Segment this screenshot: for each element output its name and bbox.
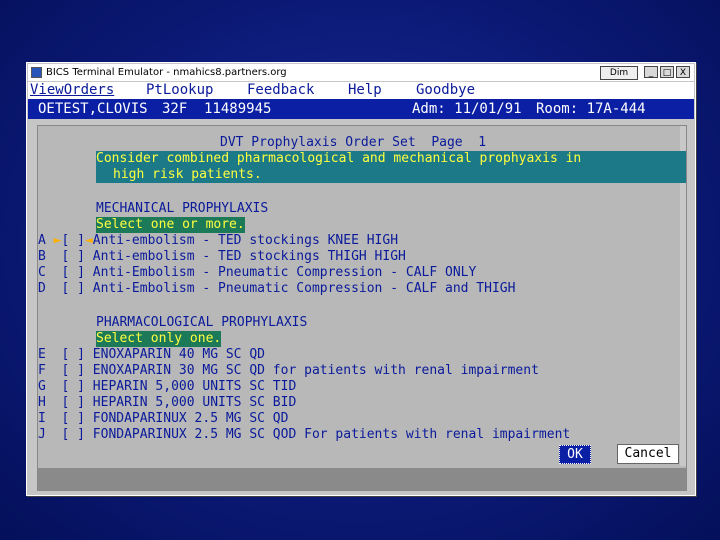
order-set-heading: DVT Prophylaxis Order Set Page 1 [220, 135, 486, 151]
room-number: Room: 17A-444 [536, 101, 646, 117]
option-checkbox[interactable]: [ ] [61, 363, 84, 378]
option-letter: D [38, 281, 46, 296]
option-text: HEPARIN 5,000 UNITS SC BID [92, 395, 297, 410]
page-indicator: Page 1 [431, 135, 487, 150]
option-checkbox[interactable]: [ ] [61, 395, 84, 410]
option-checkbox[interactable]: [ ] [61, 379, 84, 394]
cancel-button[interactable]: Cancel [617, 444, 679, 464]
patient-age-sex: 32F [162, 101, 188, 117]
ok-button[interactable]: OK [559, 445, 591, 464]
advisory-banner-line-2: high risk patients. [96, 167, 686, 183]
option-letter: F [38, 363, 46, 378]
cursor-marker-icon: ◄ [84, 233, 93, 248]
option-text: HEPARIN 5,000 UNITS SC TID [92, 379, 297, 394]
option-text: FONDAPARINUX 2.5 MG SC QD [92, 411, 289, 426]
close-icon[interactable]: X [676, 66, 690, 78]
option-checkbox[interactable]: [ ] [61, 265, 84, 280]
mechanical-header: MECHANICAL PROPHYLAXIS [96, 201, 269, 216]
option-checkbox[interactable]: [ ] [61, 281, 84, 296]
option-checkbox[interactable]: [ ] [61, 411, 84, 426]
dim-toggle[interactable]: Dim [600, 66, 638, 80]
option-letter: C [38, 265, 46, 280]
menu-help[interactable]: Help [348, 82, 382, 99]
option-letter: B [38, 249, 46, 264]
option-text: Anti-Embolism - Pneumatic Compression - … [92, 281, 516, 296]
option-checkbox[interactable]: [ ] [61, 233, 84, 248]
window-title: BICS Terminal Emulator - nmahics8.partne… [46, 67, 287, 78]
option-letter: A [38, 233, 46, 248]
option-checkbox[interactable]: [ ] [61, 249, 84, 264]
option-text: Anti-Embolism - Pneumatic Compression - … [92, 265, 477, 280]
advisory-banner-line-1: Consider combined pharmacological and me… [96, 151, 686, 167]
admission-date: Adm: 11/01/91 [412, 101, 522, 117]
option-letter: I [38, 411, 46, 426]
title-bar[interactable]: BICS Terminal Emulator - nmahics8.partne… [28, 64, 694, 81]
option-letter: G [38, 379, 46, 394]
patient-mrn: 11489945 [204, 101, 272, 117]
terminal-window: BICS Terminal Emulator - nmahics8.partne… [26, 62, 696, 496]
order-option-h[interactable]: H [ ] HEPARIN 5,000 UNITS SC BID [38, 395, 296, 411]
option-letter: E [38, 347, 46, 362]
patient-name: OETEST,CLOVIS [38, 101, 148, 117]
order-option-g[interactable]: G [ ] HEPARIN 5,000 UNITS SC TID [38, 379, 296, 395]
option-text: Anti-embolism - TED stockings KNEE HIGH [92, 233, 399, 248]
menu-pt-lookup[interactable]: PtLookup [146, 82, 213, 99]
order-option-d[interactable]: D [ ] Anti-Embolism - Pneumatic Compress… [38, 281, 515, 297]
status-strip [38, 468, 686, 490]
pharmacological-header: PHARMACOLOGICAL PROPHYLAXIS [96, 315, 308, 330]
menu-bar: ViewOrders PtLookup Feedback Help Goodby… [28, 82, 694, 99]
patient-header: OETEST,CLOVIS 32F 11489945 Adm: 11/01/91… [28, 99, 694, 119]
order-option-b[interactable]: B [ ] Anti-embolism - TED stockings THIG… [38, 249, 406, 265]
menu-feedback[interactable]: Feedback [247, 82, 314, 99]
order-option-a[interactable]: A ►[ ]◄Anti-embolism - TED stockings KNE… [38, 233, 398, 249]
option-letter: H [38, 395, 46, 410]
option-letter: J [38, 427, 46, 442]
option-text: Anti-embolism - TED stockings THIGH HIGH [92, 249, 406, 264]
order-option-c[interactable]: C [ ] Anti-Embolism - Pneumatic Compress… [38, 265, 476, 281]
option-text: FONDAPARINUX 2.5 MG SC QOD For patients … [92, 427, 571, 442]
menu-goodbye[interactable]: Goodbye [416, 82, 475, 99]
option-text: ENOXAPARIN 40 MG SC QD [92, 347, 265, 362]
pharmacological-instruction: Select only one. [96, 331, 222, 347]
option-checkbox[interactable]: [ ] [61, 427, 84, 442]
maximize-icon[interactable]: □ [660, 66, 674, 78]
option-text: ENOXAPARIN 30 MG SC QD for patients with… [92, 363, 539, 378]
order-option-e[interactable]: E [ ] ENOXAPARIN 40 MG SC QD [38, 347, 265, 363]
menu-view-orders[interactable]: ViewOrders [30, 82, 114, 99]
order-option-f[interactable]: F [ ] ENOXAPARIN 30 MG SC QD for patient… [38, 363, 539, 379]
order-option-i[interactable]: I [ ] FONDAPARINUX 2.5 MG SC QD [38, 411, 288, 427]
mechanical-instruction: Select one or more. [96, 217, 245, 233]
order-option-j[interactable]: J [ ] FONDAPARINUX 2.5 MG SC QOD For pat… [38, 427, 570, 443]
minimize-icon[interactable]: _ [644, 66, 658, 78]
app-icon [31, 67, 42, 78]
order-set-title: DVT Prophylaxis Order Set [220, 135, 416, 150]
option-checkbox[interactable]: [ ] [61, 347, 84, 362]
order-set-panel: DVT Prophylaxis Order Set Page 1 Conside… [37, 125, 687, 491]
